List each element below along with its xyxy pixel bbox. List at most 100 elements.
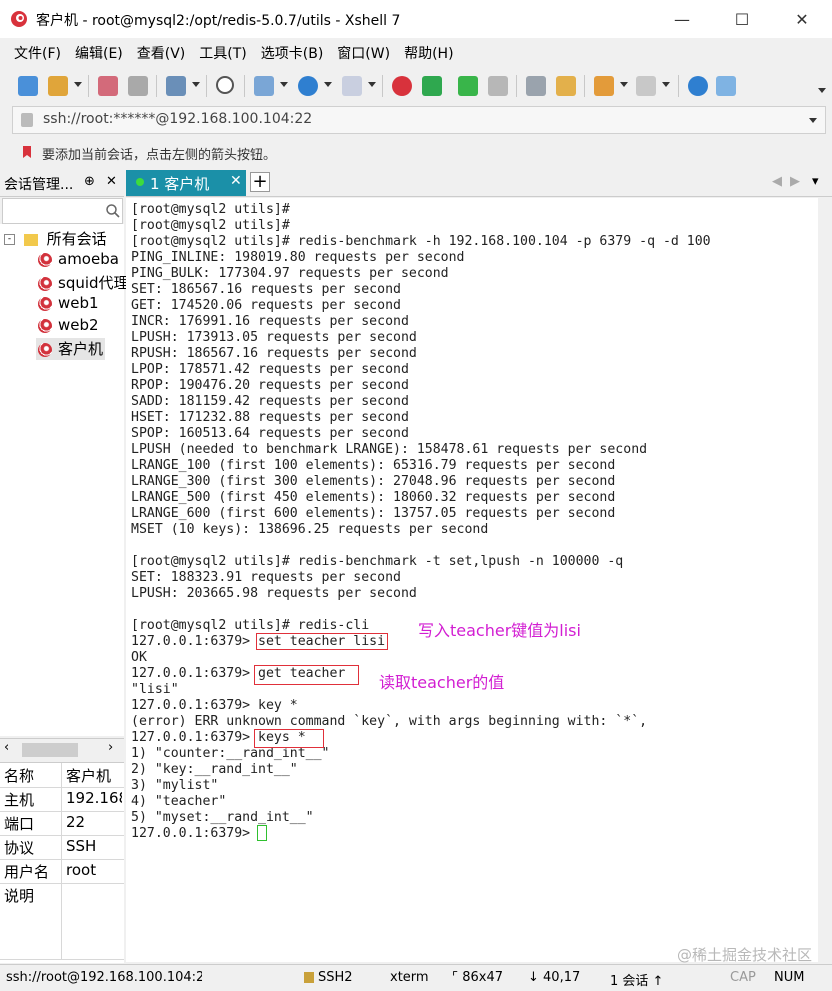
property-value: root — [66, 861, 97, 879]
add-tab-button[interactable]: + — [250, 172, 270, 192]
session-item-squid[interactable]: squid代理 — [38, 272, 129, 294]
tree-root-all-sessions[interactable]: - 所有会话 — [4, 228, 107, 250]
bookmark-arrow-icon[interactable] — [20, 144, 36, 160]
annotation-set: 写入teacher键值为lisi — [418, 621, 581, 640]
disconnect-icon[interactable] — [128, 76, 148, 96]
menu-bar: 文件(F) 编辑(E) 查看(V) 工具(T) 选项卡(B) 窗口(W) 帮助(… — [0, 38, 832, 68]
tree-horizontal-scrollbar[interactable]: ‹ › — [0, 738, 124, 761]
property-value: 22 — [66, 813, 86, 831]
session-item-amoeba[interactable]: amoeba — [38, 250, 119, 272]
chevron-down-icon[interactable] — [368, 82, 376, 87]
script-icon[interactable] — [556, 76, 576, 96]
collapse-icon[interactable]: - — [4, 234, 15, 245]
menu-window[interactable]: 窗口(W) — [337, 43, 390, 63]
arrow-up-icon[interactable]: ↑ — [653, 974, 664, 989]
menu-tabs[interactable]: 选项卡(B) — [261, 43, 324, 63]
xftp-icon[interactable] — [422, 76, 442, 96]
toolbar-divider — [206, 75, 207, 97]
properties-icon[interactable] — [166, 76, 186, 96]
property-value: SSH — [66, 837, 97, 855]
session-item-web2[interactable]: web2 — [38, 316, 99, 338]
lock-icon — [304, 972, 314, 983]
property-key: 协议 — [4, 839, 35, 857]
pin-icon[interactable]: ⊕ — [84, 174, 95, 189]
column-divider — [61, 883, 62, 959]
property-row: 端口 22 — [0, 811, 124, 836]
scrollbar-thumb[interactable] — [22, 743, 78, 757]
property-value: 客户机 — [66, 767, 112, 785]
menu-help[interactable]: 帮助(H) — [404, 43, 453, 63]
tab-prev-icon[interactable]: ◀ — [772, 174, 782, 189]
toolbar-divider — [584, 75, 585, 97]
chevron-down-icon[interactable] — [324, 82, 332, 87]
property-key: 端口 — [4, 815, 35, 833]
column-divider — [61, 763, 62, 787]
menu-view[interactable]: 查看(V) — [137, 43, 186, 63]
font-icon[interactable] — [342, 76, 362, 96]
status-term: xterm — [390, 970, 429, 985]
property-key: 主机 — [4, 791, 35, 809]
tab-next-icon[interactable]: ▶ — [790, 174, 800, 189]
lock-icon[interactable] — [488, 76, 508, 96]
add-folder-icon[interactable] — [594, 76, 614, 96]
session-item-client[interactable]: 客户机 — [36, 338, 106, 360]
menu-file[interactable]: 文件(F) — [14, 43, 61, 63]
chevron-down-icon[interactable] — [620, 82, 628, 87]
close-window-button[interactable]: ✕ — [772, 0, 832, 38]
menu-tools[interactable]: 工具(T) — [199, 43, 246, 63]
tree-root-label: 所有会话 — [46, 230, 107, 248]
status-cursor: ↓ 40,17 — [528, 970, 580, 985]
tab-bar: 1 客户机 ✕ + ◀ ▶ ▾ — [126, 170, 832, 197]
status-cursor-label: 40,17 — [543, 970, 581, 985]
terminal-area[interactable]: [root@mysql2 utils]# [root@mysql2 utils]… — [126, 198, 818, 962]
folder-icon — [23, 233, 38, 246]
tab-list-icon[interactable]: ▾ — [812, 174, 819, 189]
column-divider — [61, 859, 62, 883]
fullscreen-icon[interactable] — [458, 76, 478, 96]
connect-icon[interactable] — [98, 76, 118, 96]
compose-icon[interactable] — [636, 76, 656, 96]
session-search-input[interactable] — [2, 198, 123, 224]
session-item-web1[interactable]: web1 — [38, 294, 99, 316]
window-title: 客户机 - root@mysql2:/opt/redis-5.0.7/utils… — [36, 13, 401, 29]
toolbar-divider — [88, 75, 89, 97]
chevron-down-icon[interactable] — [809, 118, 817, 123]
keyboard-icon[interactable] — [526, 76, 546, 96]
chevron-down-icon[interactable] — [74, 82, 82, 87]
help-icon[interactable] — [688, 76, 708, 96]
tab-client[interactable]: 1 客户机 ✕ — [126, 170, 246, 196]
globe-icon[interactable] — [298, 76, 318, 96]
chevron-down-icon[interactable] — [280, 82, 288, 87]
open-folder-icon[interactable] — [48, 76, 68, 96]
session-icon — [38, 318, 52, 333]
toolbar-divider — [678, 75, 679, 97]
close-panel-button[interactable]: ✕ — [106, 174, 117, 189]
scroll-left-icon[interactable]: ‹ — [4, 740, 9, 755]
xshell-icon[interactable] — [392, 76, 412, 96]
highlight-keys-command — [254, 729, 324, 748]
hint-text: 要添加当前会话，点击左侧的箭头按钮。 — [42, 148, 277, 163]
toolbar-overflow-icon[interactable] — [818, 88, 826, 93]
address-input[interactable]: ssh://root:******@192.168.100.104:22 — [43, 111, 312, 127]
address-bar[interactable]: ssh://root:******@192.168.100.104:22 — [12, 106, 826, 134]
annotation-get: 读取teacher的值 — [379, 673, 505, 692]
terminal-vertical-scrollbar[interactable] — [818, 198, 832, 962]
chevron-down-icon[interactable] — [662, 82, 670, 87]
close-tab-button[interactable]: ✕ — [230, 173, 242, 189]
chat-icon[interactable] — [716, 76, 736, 96]
toolbar — [0, 68, 832, 104]
session-icon — [38, 276, 52, 291]
search-icon[interactable] — [105, 203, 121, 219]
toolbar-divider — [382, 75, 383, 97]
property-row: 用户名 root — [0, 859, 124, 884]
terminal-cursor — [257, 825, 267, 841]
maximize-button[interactable]: ☐ — [712, 0, 772, 38]
menu-edit[interactable]: 编辑(E) — [75, 43, 123, 63]
chevron-down-icon[interactable] — [192, 82, 200, 87]
layout-icon[interactable] — [254, 76, 274, 96]
minimize-button[interactable]: — — [652, 0, 712, 38]
new-session-icon[interactable] — [18, 76, 38, 96]
session-tree: - 所有会话 amoeba squid代理 web1 web2 客户机 — [0, 224, 129, 736]
scroll-right-icon[interactable]: › — [108, 740, 113, 755]
find-icon[interactable] — [216, 76, 234, 94]
